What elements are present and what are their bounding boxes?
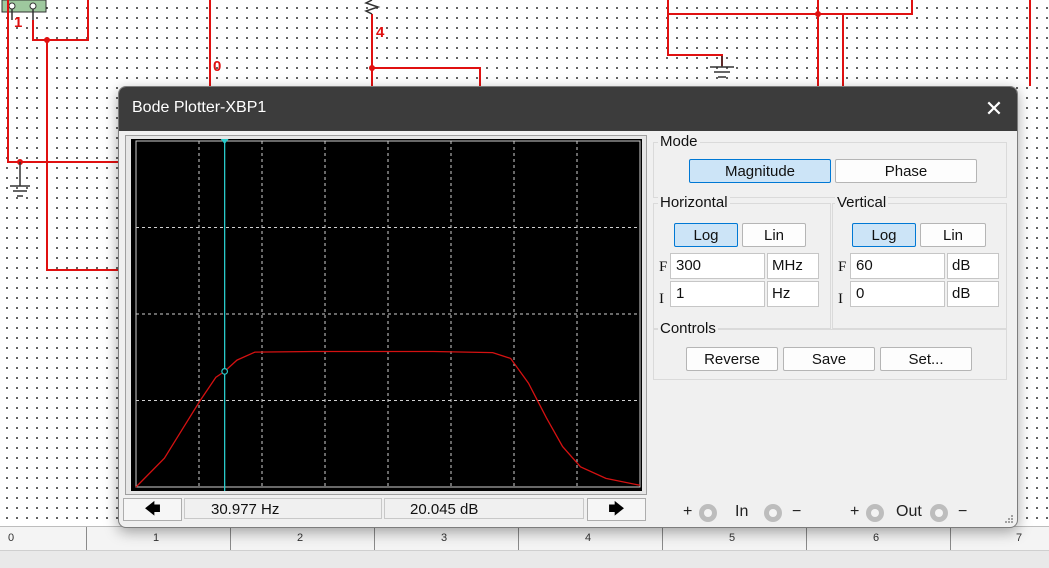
in-minus-label: − <box>792 503 802 520</box>
ruler-mark: 7 <box>1016 532 1023 544</box>
save-button[interactable]: Save <box>783 347 875 371</box>
vertical-final-field[interactable]: 60 <box>850 253 945 279</box>
node-label: 0 <box>213 58 222 75</box>
vertical-final-unit[interactable]: dB <box>947 253 999 279</box>
node-label: 1 <box>14 14 23 31</box>
vertical-final-label: F <box>838 259 847 275</box>
resize-grip-icon[interactable] <box>1004 514 1014 524</box>
vertical-initial-unit[interactable]: dB <box>947 281 999 307</box>
horizontal-final-label: F <box>659 259 668 275</box>
bode-plotter-window: Bode Plotter-XBP1 ✕ 🡄 30.977 Hz 20.045 d… <box>118 86 1018 528</box>
out-minus-label: − <box>958 503 968 520</box>
resistor-symbol <box>364 0 381 15</box>
ruler-mark: 5 <box>729 532 736 544</box>
page-ruler: 0 1 2 3 4 5 6 7 <box>0 526 1049 551</box>
settings-button[interactable]: Set... <box>880 347 972 371</box>
ruler-mark: 6 <box>873 532 880 544</box>
ruler-mark: 3 <box>441 532 448 544</box>
vertical-log-button[interactable]: Log <box>852 223 916 247</box>
controls-label: Controls <box>658 320 718 337</box>
vertical-lin-button[interactable]: Lin <box>920 223 986 247</box>
vertical-label: Vertical <box>835 194 889 211</box>
in-minus-terminal[interactable] <box>764 504 782 522</box>
out-label: Out <box>896 503 922 520</box>
frequency-readout: 30.977 Hz <box>184 498 382 519</box>
out-plus-terminal[interactable] <box>866 504 884 522</box>
mode-label: Mode <box>658 133 700 150</box>
arrow-right-icon: 🡆 <box>608 501 625 518</box>
title-bar[interactable]: Bode Plotter-XBP1 ✕ <box>119 87 1017 131</box>
node-label: 4 <box>376 24 385 41</box>
horizontal-final-field[interactable]: 300 <box>670 253 765 279</box>
out-minus-terminal[interactable] <box>930 504 948 522</box>
cursor-right-button[interactable]: 🡆 <box>587 498 646 521</box>
horizontal-initial-unit[interactable]: Hz <box>767 281 819 307</box>
window-title: Bode Plotter-XBP1 <box>132 99 267 116</box>
reverse-button[interactable]: Reverse <box>686 347 778 371</box>
horizontal-initial-field[interactable]: 1 <box>670 281 765 307</box>
in-plus-label: + <box>683 503 693 520</box>
magnitude-button[interactable]: Magnitude <box>689 159 831 183</box>
horizontal-final-unit[interactable]: MHz <box>767 253 819 279</box>
cursor-left-button[interactable]: 🡄 <box>123 498 182 521</box>
horizontal-lin-button[interactable]: Lin <box>742 223 806 247</box>
ground-symbol <box>10 162 30 197</box>
status-strip <box>0 550 1049 568</box>
vertical-initial-label: I <box>838 291 843 307</box>
cursor-marker <box>221 368 229 375</box>
arrow-left-icon: 🡄 <box>144 501 161 518</box>
bode-plot-svg <box>135 139 641 491</box>
plot-frame <box>125 135 647 495</box>
ruler-mark: 2 <box>297 532 304 544</box>
cursor-readout-bar: 🡄 30.977 Hz 20.045 dB 🡆 <box>123 498 647 521</box>
out-plus-label: + <box>850 503 860 520</box>
gain-readout: 20.045 dB <box>384 498 584 519</box>
ground-symbol <box>710 56 734 78</box>
horizontal-log-button[interactable]: Log <box>674 223 738 247</box>
horizontal-initial-label: I <box>659 291 664 307</box>
ruler-mark: 0 <box>8 532 15 544</box>
vertical-initial-field[interactable]: 0 <box>850 281 945 307</box>
in-label: In <box>735 503 749 520</box>
ruler-mark: 1 <box>153 532 160 544</box>
ruler-mark: 4 <box>585 532 592 544</box>
phase-button[interactable]: Phase <box>835 159 977 183</box>
in-plus-terminal[interactable] <box>699 504 717 522</box>
bode-plot[interactable] <box>131 139 642 491</box>
horizontal-label: Horizontal <box>658 194 730 211</box>
close-button[interactable]: ✕ <box>977 93 1011 125</box>
